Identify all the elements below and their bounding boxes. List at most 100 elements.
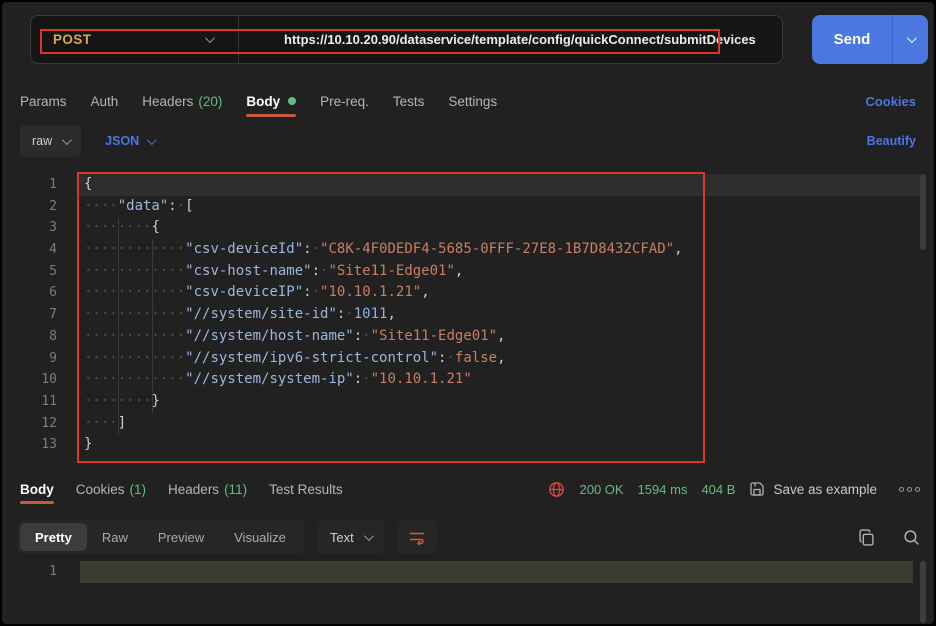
view-tab-visualize[interactable]: Visualize — [219, 523, 301, 551]
chevron-down-icon — [205, 33, 215, 43]
code-content: ····"data":·[ — [84, 196, 194, 218]
code-content: ············"//system/site-id":·1011, — [84, 304, 396, 326]
line-number: 9 — [8, 348, 57, 370]
code-line: 13} — [8, 434, 928, 456]
cookies-count-badge: (1) — [130, 482, 147, 497]
send-button-group: Send — [812, 15, 928, 64]
wrap-text-icon — [408, 529, 426, 545]
code-line: 11 ········} — [8, 391, 928, 413]
code-line: 12 ····] — [8, 413, 928, 435]
copy-icon[interactable] — [858, 529, 875, 546]
code-line: 8 ············"//system/host-name":·"Site… — [8, 326, 928, 348]
search-icon[interactable] — [903, 529, 920, 546]
language-dropdown[interactable]: JSON — [105, 134, 154, 148]
line-number: 3 — [8, 217, 57, 239]
tab-params[interactable]: Params — [20, 94, 67, 109]
line-number: 7 — [8, 304, 57, 326]
tab-body[interactable]: Body — [246, 94, 296, 109]
response-time[interactable]: 1594 ms — [638, 482, 688, 497]
response-format-dropdown[interactable]: Text — [317, 520, 384, 554]
line-number: 12 — [8, 413, 57, 435]
beautify-button[interactable]: Beautify — [867, 134, 916, 148]
tab-headers[interactable]: Headers (20) — [142, 94, 222, 109]
code-content: ············"//system/ipv6-strict-contro… — [84, 348, 506, 370]
response-status-group: 200 OK 1594 ms 404 B Save as example — [548, 481, 920, 498]
tab-auth[interactable]: Auth — [91, 94, 119, 109]
code-line: 2 ····"data":·[ — [8, 196, 928, 218]
code-lines: 1{2····"data":·[3········{4············"… — [8, 174, 928, 456]
line-number: 4 — [8, 239, 57, 261]
code-content: ········{ — [84, 217, 160, 239]
line-number: 13 — [8, 434, 57, 456]
response-scrollbar[interactable] — [920, 561, 926, 623]
chevron-down-icon — [907, 33, 917, 43]
ssl-warning-globe-icon[interactable] — [548, 481, 565, 498]
line-number: 10 — [8, 369, 57, 391]
app-window: POST https://10.10.20.90/dataservice/tem… — [0, 0, 936, 626]
code-line: 7 ············"//system/site-id":·1011, — [8, 304, 928, 326]
code-content: ············"csv-deviceId":·"C8K-4F0DEDF… — [84, 239, 683, 261]
code-content: ············"//system/system-ip":·"10.10… — [84, 369, 472, 391]
line-number: 8 — [8, 326, 57, 348]
request-body-editor[interactable]: 1{2····"data":·[3········{4············"… — [8, 170, 928, 464]
code-content: ············"csv-host-name":·"Site11-Edg… — [84, 261, 463, 283]
response-tab-body[interactable]: Body — [20, 482, 54, 497]
editor-scrollbar[interactable] — [920, 174, 926, 250]
line-number: 1 — [8, 174, 57, 196]
response-line-number: 1 — [8, 561, 57, 583]
send-button[interactable]: Send — [812, 15, 892, 64]
code-content: } — [84, 434, 92, 456]
save-as-example-button[interactable]: Save as example — [749, 481, 877, 497]
response-tab-test-results[interactable]: Test Results — [269, 482, 343, 497]
headers-count-badge: (20) — [198, 94, 222, 109]
response-highlighted-line — [80, 561, 913, 583]
response-toolbar: Pretty Raw Preview Visualize Text — [17, 520, 920, 554]
wrap-text-button[interactable] — [397, 520, 437, 554]
tab-tests[interactable]: Tests — [393, 94, 425, 109]
method-label: POST — [53, 32, 91, 47]
method-dropdown[interactable]: POST — [31, 16, 238, 63]
status-code[interactable]: 200 OK — [579, 482, 623, 497]
code-content: { — [84, 174, 92, 196]
code-line: 6 ············"csv-deviceIP":·"10.10.1.21… — [8, 282, 928, 304]
more-options-button[interactable] — [899, 487, 920, 492]
headers-count-badge: (11) — [224, 482, 247, 497]
save-icon — [749, 481, 765, 497]
tab-pre-request[interactable]: Pre-req. — [320, 94, 369, 109]
response-body-editor[interactable]: 1 — [8, 558, 928, 624]
line-number: 5 — [8, 261, 57, 283]
line-number: 2 — [8, 196, 57, 218]
url-bar: POST https://10.10.20.90/dataservice/tem… — [30, 15, 783, 64]
code-line: 5 ············"csv-host-name":·"Site11-Ed… — [8, 261, 928, 283]
code-line: 3 ········{ — [8, 217, 928, 239]
code-line: 1{ — [8, 174, 928, 196]
line-number: 6 — [8, 282, 57, 304]
url-input[interactable]: https://10.10.20.90/dataservice/template… — [239, 32, 756, 47]
line-number: 11 — [8, 391, 57, 413]
tab-settings[interactable]: Settings — [448, 94, 497, 109]
cookies-link[interactable]: Cookies — [865, 94, 916, 109]
body-toolbar: raw JSON Beautify — [20, 124, 916, 158]
response-actions — [858, 529, 920, 546]
code-content: ············"csv-deviceIP":·"10.10.1.21"… — [84, 282, 430, 304]
code-content: ····] — [84, 413, 126, 435]
code-content: ········} — [84, 391, 160, 413]
response-view-tabs: Pretty Raw Preview Visualize — [17, 520, 304, 554]
code-line: 4 ············"csv-deviceId":·"C8K-4F0DED… — [8, 239, 928, 261]
response-header: Body Cookies (1) Headers (11) Test Resul… — [20, 472, 920, 506]
response-size[interactable]: 404 B — [701, 482, 735, 497]
body-modified-dot-icon — [288, 97, 296, 105]
view-tab-raw[interactable]: Raw — [87, 523, 143, 551]
view-tab-preview[interactable]: Preview — [143, 523, 219, 551]
code-line: 9 ············"//system/ipv6-strict-contr… — [8, 348, 928, 370]
chevron-down-icon — [364, 531, 374, 541]
response-tab-headers[interactable]: Headers (11) — [168, 482, 247, 497]
view-tab-pretty[interactable]: Pretty — [20, 523, 87, 551]
chevron-down-icon — [62, 135, 72, 145]
response-tab-cookies[interactable]: Cookies (1) — [76, 482, 146, 497]
chevron-down-icon — [147, 135, 157, 145]
send-options-button[interactable] — [892, 15, 928, 64]
request-page: POST https://10.10.20.90/dataservice/tem… — [2, 2, 934, 624]
code-content: ············"//system/host-name":·"Site1… — [84, 326, 505, 348]
body-format-dropdown[interactable]: raw — [20, 125, 81, 157]
